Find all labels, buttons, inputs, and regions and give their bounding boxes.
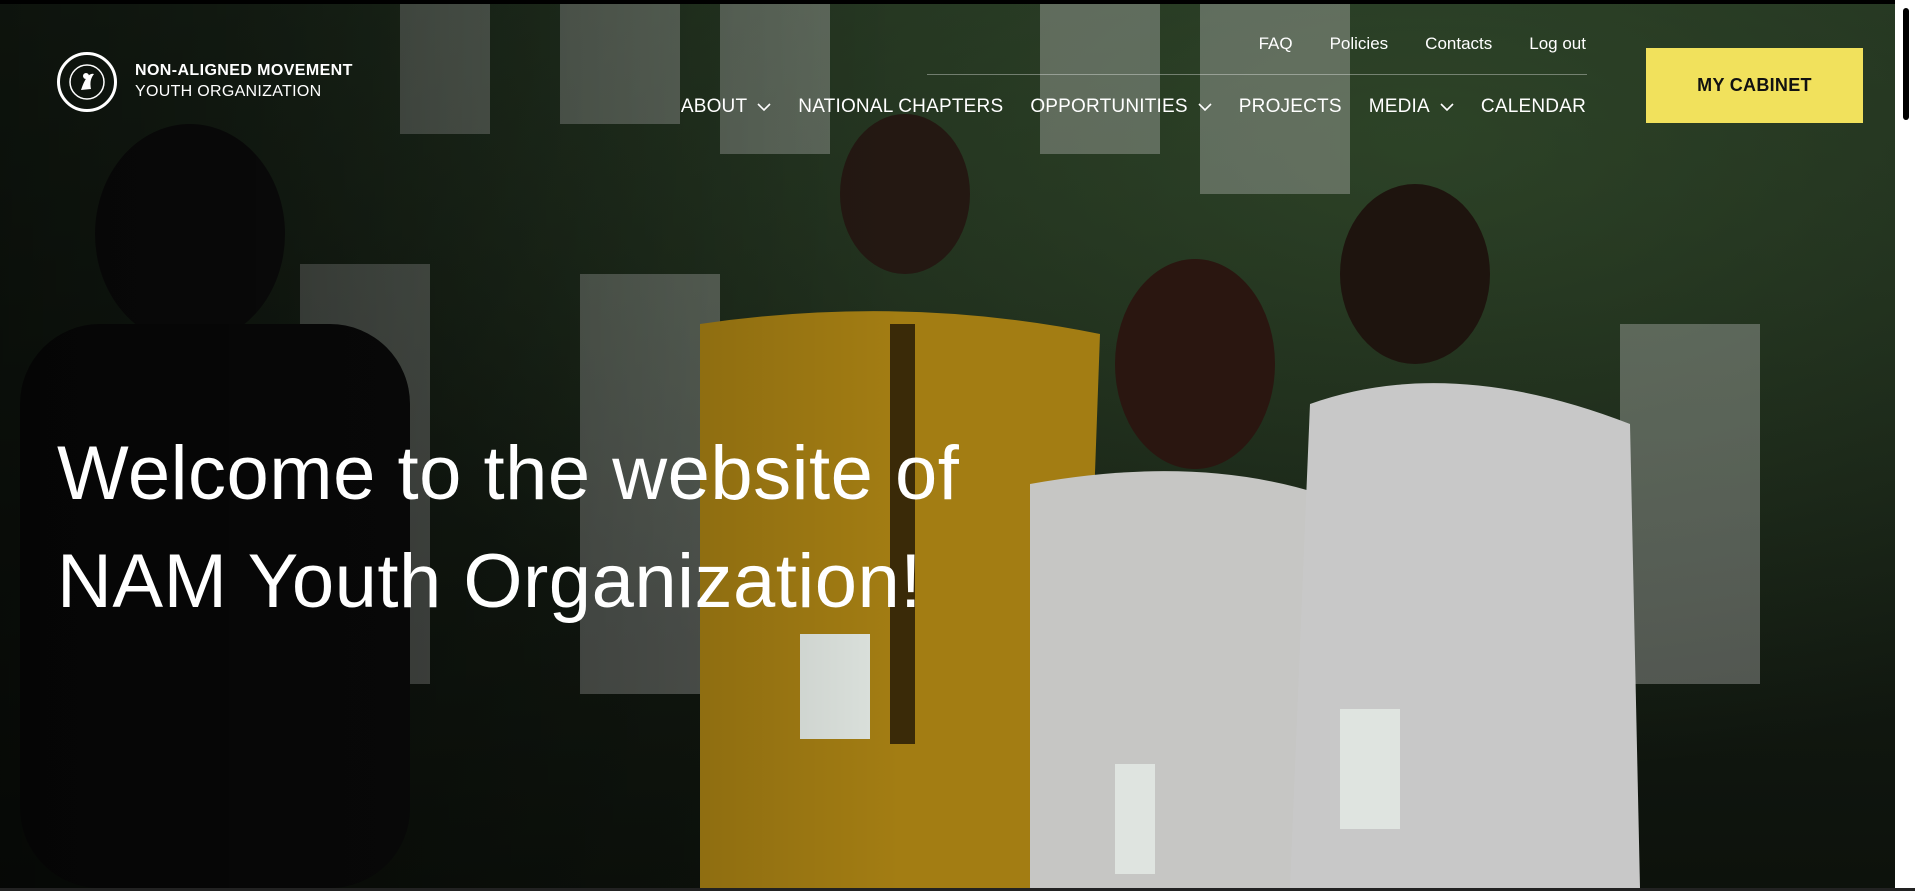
logo-text: NON-ALIGNED MOVEMENT YOUTH ORGANIZATION [135,61,353,103]
scrollbar-thumb[interactable] [1903,8,1909,120]
nav-item-projects[interactable]: PROJECTS [1239,96,1342,118]
nav-item-label: OPPORTUNITIES [1030,96,1188,117]
nav-item-label: ABOUT [680,96,748,117]
nav-item-media[interactable]: MEDIA [1369,96,1454,118]
policies-link[interactable]: Policies [1330,34,1389,54]
contacts-link[interactable]: Contacts [1425,34,1492,54]
nam-emblem-icon [57,52,117,112]
nav-item-opportunities[interactable]: OPPORTUNITIES [1030,96,1212,118]
hero-headline-line1: Welcome to the website of [57,431,960,516]
nav-item-national-chapters[interactable]: NATIONAL CHAPTERS [798,96,1003,118]
my-cabinet-button[interactable]: MY CABINET [1646,48,1863,123]
hero-headline-line2: NAM Youth Organization! [57,539,922,624]
logo-subtitle: YOUTH ORGANIZATION [135,83,322,100]
utility-nav: FAQ Policies Contacts Log out [1259,34,1586,54]
hero-headline: Welcome to the website of NAM Youth Orga… [57,420,959,636]
main-nav: ABOUT NATIONAL CHAPTERS OPPORTUNITIES PR… [681,96,1586,118]
nav-item-calendar[interactable]: CALENDAR [1481,96,1586,118]
page-scrollbar[interactable] [1895,0,1915,891]
nav-item-label: CALENDAR [1480,96,1586,117]
nav-item-label: MEDIA [1368,96,1430,117]
faq-link[interactable]: FAQ [1259,34,1293,54]
nav-item-label: PROJECTS [1238,96,1342,117]
logout-link[interactable]: Log out [1529,34,1586,54]
chevron-down-icon [757,102,771,112]
nav-item-label: NATIONAL CHAPTERS [798,96,1004,117]
site-logo[interactable]: NON-ALIGNED MOVEMENT YOUTH ORGANIZATION [57,52,353,112]
nav-item-about[interactable]: ABOUT [681,96,771,118]
nav-divider [927,74,1587,75]
chevron-down-icon [1440,102,1454,112]
logo-title: NON-ALIGNED MOVEMENT [135,62,353,80]
chevron-down-icon [1198,102,1212,112]
